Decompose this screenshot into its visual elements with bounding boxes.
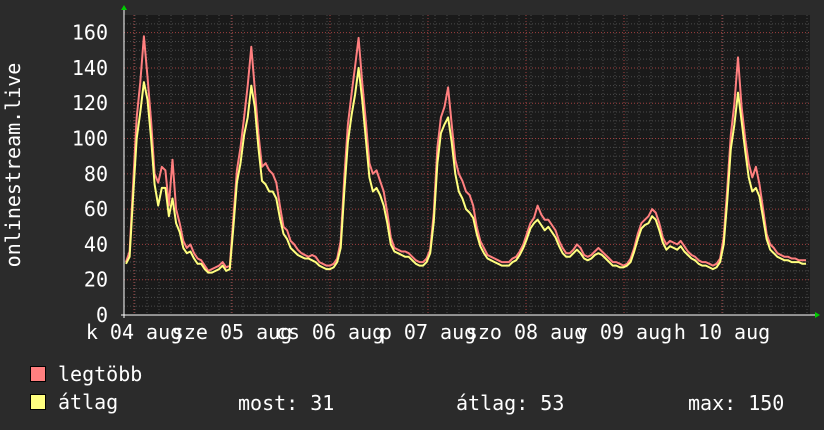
- stat-max: max: 150: [688, 391, 784, 415]
- stat-now-label: most:: [238, 391, 299, 415]
- legend-label-avg: átlag: [58, 390, 119, 414]
- legend-item-avg: átlag: [30, 390, 119, 414]
- stat-avg: átlag: 53: [456, 391, 564, 415]
- y-tick-label: 120: [72, 91, 108, 115]
- stat-max-label: max:: [688, 391, 737, 415]
- y-tick-label: 40: [84, 232, 108, 256]
- x-tick-labels: k 04 augsze 05 augcs 06 augp 07 augszo 0…: [86, 320, 770, 344]
- legend-item-max: legtöbb: [30, 362, 143, 386]
- stat-max-value: 150: [748, 391, 785, 415]
- x-tick-label: szo 08 aug: [466, 320, 586, 344]
- x-tick-label: p 07 aug: [380, 320, 476, 344]
- y-tick-label: 80: [84, 162, 108, 186]
- y-tick-label: 60: [84, 197, 108, 221]
- y-tick-label: 100: [72, 127, 108, 151]
- x-axis-arrow-icon: [815, 312, 820, 318]
- y-tick-label: 20: [84, 268, 108, 292]
- y-tick-label: 160: [72, 21, 108, 45]
- y-tick-labels: 020406080100120140160: [72, 21, 108, 327]
- legend-swatch-avg: [30, 394, 46, 410]
- x-tick-label: v 09 aug: [576, 320, 672, 344]
- stat-avg-label: átlag:: [456, 391, 529, 415]
- y-tick-label: 140: [72, 56, 108, 80]
- x-tick-label: k 04 aug: [86, 320, 182, 344]
- stat-avg-value: 53: [540, 391, 565, 415]
- stat-now: most: 31: [238, 391, 334, 415]
- y-axis-label: onlinestream.live: [1, 63, 25, 268]
- x-tick-label: cs 06 aug: [276, 320, 384, 344]
- y-axis-arrow-icon: [121, 5, 127, 10]
- legend-swatch-max: [30, 366, 46, 382]
- x-tick-label: h 10 aug: [674, 320, 770, 344]
- legend-label-max: legtöbb: [58, 362, 143, 386]
- stat-now-value: 31: [310, 391, 335, 415]
- x-tick-label: sze 05 aug: [172, 320, 292, 344]
